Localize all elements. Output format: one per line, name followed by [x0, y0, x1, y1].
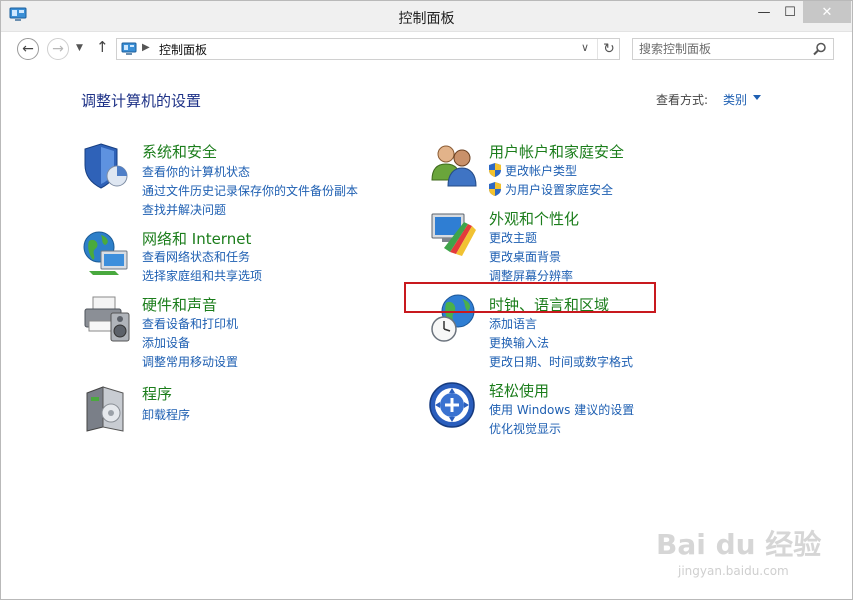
maximize-button[interactable]: ☐: [777, 1, 803, 23]
shield-security-icon[interactable]: [81, 140, 133, 192]
category-title-network-internet[interactable]: 网络和 Internet: [142, 228, 251, 249]
category-title-programs[interactable]: 程序: [142, 383, 172, 404]
view-by-label: 查看方式:: [656, 93, 709, 107]
link-troubleshoot[interactable]: 查找并解决问题: [142, 201, 226, 218]
address-bar[interactable]: ▶ 控制面板 ∨ ↻: [116, 38, 620, 60]
programs-box-icon[interactable]: [81, 383, 133, 435]
control-panel-address-icon: [121, 42, 137, 55]
page-heading: 调整计算机的设置: [81, 92, 202, 110]
minimize-button[interactable]: —: [751, 1, 777, 23]
baidu-watermark: Bai du 经验: [656, 528, 822, 561]
link-change-input-method[interactable]: 更换输入法: [489, 334, 549, 351]
view-by-caret-icon[interactable]: [753, 95, 761, 100]
link-desktop-background[interactable]: 更改桌面背景: [489, 248, 561, 265]
link-network-status[interactable]: 查看网络状态和任务: [142, 248, 250, 265]
users-icon[interactable]: [428, 140, 480, 192]
category-title-appearance[interactable]: 外观和个性化: [489, 208, 579, 229]
search-input[interactable]: [639, 41, 805, 57]
printer-speaker-icon[interactable]: [81, 293, 133, 345]
link-devices-printers[interactable]: 查看设备和打印机: [142, 315, 238, 332]
link-date-time-format[interactable]: 更改日期、时间或数字格式: [489, 353, 633, 370]
link-change-account-type[interactable]: 更改帐户类型: [505, 162, 577, 179]
view-by-dropdown[interactable]: 类别: [723, 91, 747, 108]
link-change-theme[interactable]: 更改主题: [489, 229, 537, 246]
category-title-system-security[interactable]: 系统和安全: [142, 141, 217, 162]
window-title: 控制面板: [398, 11, 455, 27]
address-dropdown-button[interactable]: ∨: [581, 41, 589, 54]
link-mobility-settings[interactable]: 调整常用移动设置: [142, 353, 238, 370]
link-file-history-backup[interactable]: 通过文件历史记录保存你的文件备份副本: [142, 182, 358, 199]
category-title-user-accounts[interactable]: 用户帐户和家庭安全: [489, 141, 624, 162]
category-title-ease-of-access[interactable]: 轻松使用: [489, 380, 549, 401]
link-uninstall-program[interactable]: 卸载程序: [142, 406, 190, 423]
uac-shield-icon: [489, 163, 501, 177]
uac-shield-icon: [489, 182, 501, 196]
recent-locations-dropdown[interactable]: ▼: [76, 43, 83, 53]
control-panel-window: 控制面板 — ☐ ✕ ← → ▼ ↑ ▶ 控制面板 ∨ ↻ 搜索控制面板 调整计…: [0, 0, 853, 600]
monitor-palette-icon[interactable]: [428, 208, 480, 260]
link-add-device[interactable]: 添加设备: [142, 334, 190, 351]
breadcrumb-separator-icon[interactable]: ▶: [142, 42, 150, 53]
link-add-language[interactable]: 添加语言: [489, 315, 537, 332]
link-homegroup-sharing[interactable]: 选择家庭组和共享选项: [142, 267, 262, 284]
close-button[interactable]: ✕: [803, 1, 851, 23]
refresh-button[interactable]: ↻: [597, 39, 620, 59]
search-icon[interactable]: [813, 42, 827, 56]
baidu-watermark-url: jingyan.baidu.com: [678, 564, 789, 578]
up-button[interactable]: ↑: [96, 38, 109, 56]
link-family-safety[interactable]: 为用户设置家庭安全: [505, 181, 613, 198]
category-title-hardware-sound[interactable]: 硬件和声音: [142, 294, 217, 315]
link-windows-recommended-settings[interactable]: 使用 Windows 建议的设置: [489, 401, 634, 418]
link-optimize-visual-display[interactable]: 优化视觉显示: [489, 420, 561, 437]
link-view-computer-status[interactable]: 查看你的计算机状态: [142, 163, 250, 180]
breadcrumb-control-panel[interactable]: 控制面板: [159, 41, 207, 58]
network-globe-icon[interactable]: [81, 227, 133, 279]
navigation-toolbar: ← → ▼ ↑ ▶ 控制面板 ∨ ↻: [1, 32, 852, 70]
title-bar[interactable]: 控制面板 — ☐ ✕: [1, 1, 852, 32]
highlight-annotation-box: [404, 282, 656, 313]
forward-button[interactable]: →: [47, 38, 69, 60]
back-button[interactable]: ←: [17, 38, 39, 60]
ease-of-access-icon[interactable]: [428, 379, 480, 431]
search-box[interactable]: [632, 38, 834, 60]
